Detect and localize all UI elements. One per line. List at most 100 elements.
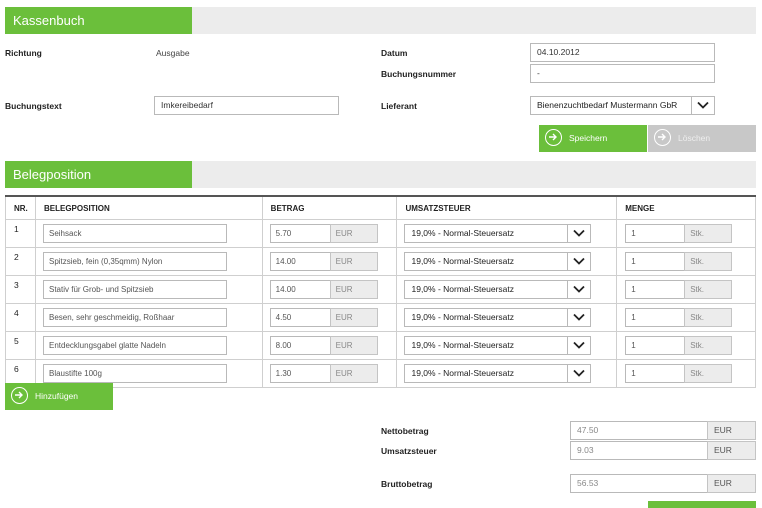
chevron-down-icon[interactable] [567, 365, 590, 382]
netto-currency: EUR [707, 421, 756, 440]
belegposition-table: NR. BELEGPOSITION BETRAG UMSATZSTEUER ME… [5, 195, 756, 388]
cell-belegposition: Spitzsieb, fein (0,35qmm) Nylon [34, 247, 263, 276]
lieferant-label: Lieferant [381, 101, 417, 111]
kassenbuch-title: Kassenbuch [5, 7, 192, 34]
belegposition-input[interactable]: Stativ für Grob- und Spitzsieb [42, 280, 227, 299]
cell-umsatzsteuer: 19,0% - Normal-Steuersatz [396, 303, 618, 332]
umsatzsteuer-selected: 19,0% - Normal-Steuersatz [411, 368, 514, 378]
betrag-currency: EUR [329, 280, 378, 299]
chevron-down-icon[interactable] [567, 337, 590, 354]
menge-unit: Stk. [684, 280, 733, 299]
cell-umsatzsteuer: 19,0% - Normal-Steuersatz [396, 247, 618, 276]
cell-belegposition: Stativ für Grob- und Spitzsieb [34, 275, 263, 304]
betrag-input[interactable]: 14.00 [269, 252, 331, 271]
buchungsnummer-label: Buchungsnummer [381, 69, 457, 79]
menge-input[interactable]: 1 [625, 252, 686, 271]
buchungstext-field[interactable]: Imkereibedarf [154, 96, 339, 115]
table-header-row: NR. BELEGPOSITION BETRAG UMSATZSTEUER ME… [5, 195, 756, 220]
delete-label: Löschen [678, 133, 711, 143]
belegposition-input[interactable]: Blaustifte 100g [42, 364, 227, 383]
cell-betrag: 4.50 EUR [261, 303, 398, 332]
cell-umsatzsteuer: 19,0% - Normal-Steuersatz [396, 331, 618, 360]
cell-menge: 1 Stk. [616, 359, 756, 388]
arrow-right-circle-icon [545, 129, 562, 146]
menge-input[interactable]: 1 [625, 336, 686, 355]
table-row: 2 Spitzsieb, fein (0,35qmm) Nylon 14.00 EUR… [5, 247, 756, 276]
richtung-label: Richtung [5, 48, 42, 58]
betrag-input[interactable]: 8.00 [269, 336, 331, 355]
netto-field[interactable]: 47.50 [570, 421, 708, 440]
belegposition-input[interactable]: Spitzsieb, fein (0,35qmm) Nylon [42, 252, 227, 271]
row-number: 5 [14, 336, 19, 346]
lieferant-selected: Bienenzuchtbedarf Mustermann GbR [537, 100, 678, 110]
ust-label: Umsatzsteuer [381, 446, 437, 456]
richtung-value: Ausgabe [156, 48, 190, 58]
belegposition-input[interactable]: Besen, sehr geschmeidig, Roßhaar [42, 308, 227, 327]
betrag-currency: EUR [329, 308, 378, 327]
umsatzsteuer-select[interactable]: 19,0% - Normal-Steuersatz [404, 252, 592, 271]
umsatzsteuer-select[interactable]: 19,0% - Normal-Steuersatz [404, 364, 592, 383]
header-menge: MENGE [616, 195, 756, 220]
cell-menge: 1 Stk. [616, 303, 756, 332]
lieferant-select[interactable]: Bienenzuchtbedarf Mustermann GbR [530, 96, 715, 115]
cell-nr: 4 [5, 303, 36, 332]
betrag-input[interactable]: 1.30 [269, 364, 331, 383]
betrag-input[interactable]: 14.00 [269, 280, 331, 299]
cell-belegposition: Entdecklungsgabel glatte Nadeln [34, 331, 263, 360]
umsatzsteuer-selected: 19,0% - Normal-Steuersatz [411, 340, 514, 350]
cell-umsatzsteuer: 19,0% - Normal-Steuersatz [396, 219, 618, 248]
add-button[interactable]: Hinzufügen [5, 383, 113, 410]
row-number: 2 [14, 252, 19, 262]
umsatzsteuer-select[interactable]: 19,0% - Normal-Steuersatz [404, 336, 592, 355]
cell-nr: 5 [5, 331, 36, 360]
save-button[interactable]: Speichern [539, 125, 647, 152]
row-number: 4 [14, 308, 19, 318]
umsatzsteuer-select[interactable]: 19,0% - Normal-Steuersatz [404, 280, 592, 299]
buchungsnummer-field[interactable]: - [530, 64, 715, 83]
betrag-input[interactable]: 5.70 [269, 224, 331, 243]
menge-input[interactable]: 1 [625, 280, 686, 299]
chevron-down-icon[interactable] [567, 281, 590, 298]
table-row: 5 Entdecklungsgabel glatte Nadeln 8.00 EUR 1… [5, 331, 756, 360]
table-row: 4 Besen, sehr geschmeidig, Roßhaar 4.50 EUR… [5, 303, 756, 332]
belegposition-input[interactable]: Seihsack [42, 224, 227, 243]
umsatzsteuer-selected: 19,0% - Normal-Steuersatz [411, 228, 514, 238]
betrag-input[interactable]: 4.50 [269, 308, 331, 327]
menge-input[interactable]: 1 [625, 364, 686, 383]
bottom-action-button[interactable] [648, 501, 756, 508]
chevron-down-icon[interactable] [567, 225, 590, 242]
belegposition-header: Belegposition [5, 161, 756, 188]
table-row: 6 Blaustifte 100g 1.30 EUR 19,0% - Normal-St… [5, 359, 756, 388]
cell-menge: 1 Stk. [616, 275, 756, 304]
brutto-field[interactable]: 56.53 [570, 474, 708, 493]
betrag-currency: EUR [329, 252, 378, 271]
cell-menge: 1 Stk. [616, 247, 756, 276]
datum-label: Datum [381, 48, 408, 58]
umsatzsteuer-select[interactable]: 19,0% - Normal-Steuersatz [404, 308, 592, 327]
delete-button[interactable]: Löschen [648, 125, 756, 152]
umsatzsteuer-selected: 19,0% - Normal-Steuersatz [411, 312, 514, 322]
belegposition-input[interactable]: Entdecklungsgabel glatte Nadeln [42, 336, 227, 355]
brutto-currency: EUR [707, 474, 756, 493]
buchungstext-label: Buchungstext [5, 101, 62, 111]
menge-input[interactable]: 1 [625, 224, 686, 243]
add-label: Hinzufügen [35, 391, 79, 401]
umsatzsteuer-selected: 19,0% - Normal-Steuersatz [411, 284, 514, 294]
menge-unit: Stk. [684, 308, 733, 327]
chevron-down-icon[interactable] [567, 253, 590, 270]
datum-field[interactable]: 04.10.2012 [530, 43, 715, 62]
cell-betrag: 14.00 EUR [261, 275, 398, 304]
header-umsatzsteuer: UMSATZSTEUER [396, 195, 618, 220]
cell-menge: 1 Stk. [616, 219, 756, 248]
ust-field[interactable]: 9.03 [570, 441, 708, 460]
betrag-currency: EUR [329, 224, 378, 243]
menge-input[interactable]: 1 [625, 308, 686, 327]
row-number: 6 [14, 364, 19, 374]
arrow-right-circle-icon [654, 129, 671, 146]
cell-betrag: 14.00 EUR [261, 247, 398, 276]
chevron-down-icon[interactable] [567, 309, 590, 326]
menge-unit: Stk. [684, 336, 733, 355]
umsatzsteuer-select[interactable]: 19,0% - Normal-Steuersatz [404, 224, 592, 243]
brutto-label: Bruttobetrag [381, 479, 433, 489]
chevron-down-icon[interactable] [691, 97, 714, 114]
